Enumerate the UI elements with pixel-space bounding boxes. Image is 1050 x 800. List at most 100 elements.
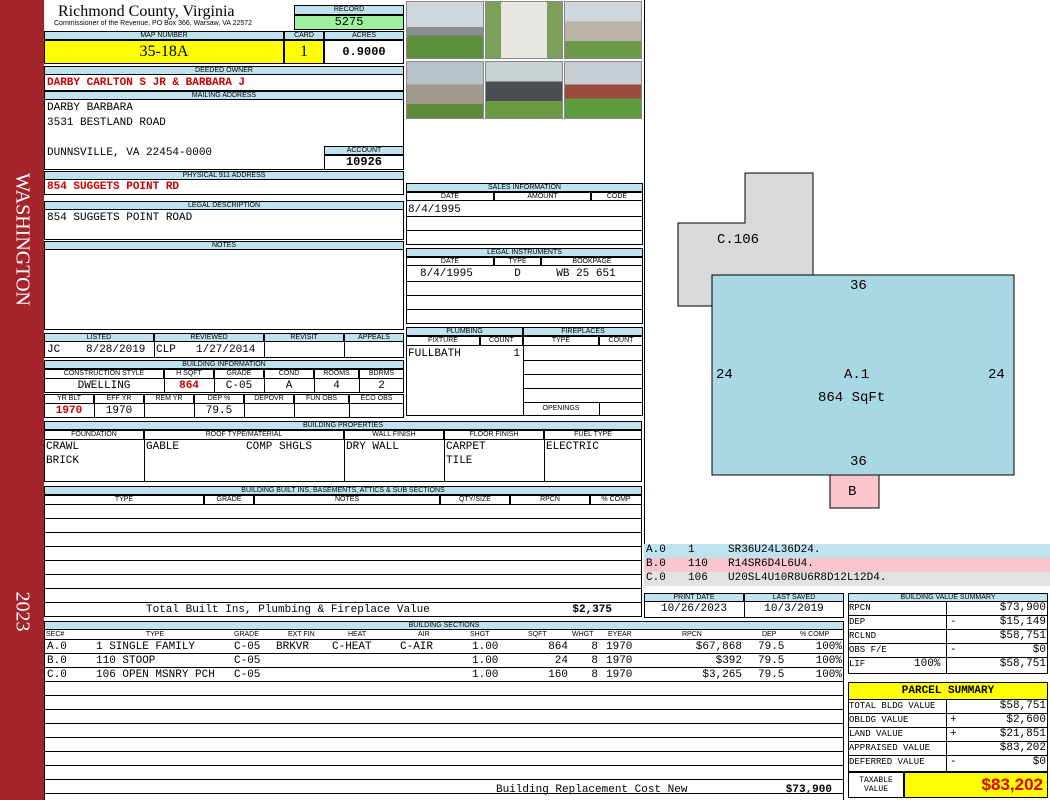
acres-value: 0.9000: [324, 40, 404, 64]
builtins-total: $2,375: [572, 604, 612, 616]
commissioner-address: Commissioner of the Revenue, PO Box 366,…: [54, 20, 253, 27]
owner-name: DARBY CARLTON S JR & BARBARA J: [47, 77, 246, 89]
roof-material: COMP SHGLS: [246, 441, 313, 453]
reviewed-date: 1/27/2014: [196, 344, 256, 356]
map-number: 35-18A: [44, 40, 284, 64]
sketch-dim-left: 24: [716, 367, 733, 383]
sketch-code-row: A.0 1 SR36U24L36D24.: [644, 544, 1050, 558]
rooms-value: 4: [333, 380, 340, 392]
foundation-1: CRAWL: [46, 441, 80, 453]
last-saved-header: LAST SAVED: [744, 593, 844, 602]
bvs-row: LIF 100% $58,751: [849, 658, 1046, 670]
sketch-b-label: B: [848, 484, 857, 500]
mailing-header: MAILING ADDRESS: [44, 91, 404, 100]
last-saved-date: 10/3/2019: [764, 603, 824, 615]
bvs-row: OBS F/E - $0: [848, 644, 1048, 658]
sketch-codes: A.0 1 SR36U24L36D24. B.0 110 R14SR6D4L6U…: [644, 544, 1050, 588]
acres-header: ACRES: [324, 31, 404, 40]
eff-year: 1970: [105, 405, 133, 417]
floor-finish-1: CARPET: [446, 441, 486, 453]
foundation-2: BRICK: [46, 455, 80, 467]
sketch-a-area: 864 SqFt: [818, 390, 886, 406]
sketch-dim-right: 24: [988, 367, 1005, 383]
reviewed-header: REVIEWED: [154, 333, 264, 342]
parcel-row: LAND VALUE + $21,851: [848, 728, 1048, 742]
wall-finish: DRY WALL: [346, 441, 399, 453]
card-number: 1: [284, 40, 324, 64]
inst-type: D: [514, 268, 521, 280]
record-header: RECORD: [294, 5, 404, 15]
plumbing-header: PLUMBING: [406, 327, 523, 336]
sidebar: WASHINGTON 2023: [0, 0, 44, 800]
bvs-row: RPCN $73,900: [848, 602, 1048, 616]
bvs-row: RCLND $58,751: [848, 630, 1048, 644]
mail-line2: 3531 BESTLAND ROAD: [47, 117, 166, 129]
property-photo-4[interactable]: [406, 61, 484, 119]
bvs-header: BUILDING VALUE SUMMARY: [848, 593, 1048, 602]
legal-header: LEGAL DESCRIPTION: [44, 201, 404, 210]
county-title: Richmond County, Virginia: [58, 3, 235, 20]
appeals-header: APPEALS: [344, 333, 404, 342]
notes-area: [44, 250, 404, 330]
account-header: ACCOUNT: [324, 146, 404, 155]
phys-address: 854 SUGGETS POINT RD: [47, 181, 180, 193]
card-header: CARD: [284, 31, 324, 40]
sketch-a-label: A.1: [844, 367, 870, 383]
print-date-header: PRINT DATE: [644, 593, 744, 602]
inst-date: 8/4/1995: [420, 268, 473, 280]
phys-header: PHYSICAL 911 ADDRESS: [44, 171, 404, 180]
year-built: 1970: [55, 405, 83, 417]
parcel-row: DEFERRED VALUE - $0: [849, 756, 1046, 768]
plumbing-count: 1: [513, 348, 520, 360]
dep-percent: 79.5: [205, 405, 233, 417]
sales-header: SALES INFORMATION: [406, 183, 643, 192]
building-sketch: [677, 172, 1015, 509]
year-label: 2023: [11, 591, 34, 632]
sketch-dim-bottom: 36: [850, 454, 867, 470]
property-photo-6[interactable]: [564, 61, 642, 119]
mail-line1: DARBY BARBARA: [47, 102, 133, 114]
parcel-row: OBLDG VALUE + $2,600: [848, 714, 1048, 728]
roof-type: GABLE: [146, 441, 180, 453]
property-photo-1[interactable]: [406, 1, 484, 59]
cond-value: A: [285, 380, 293, 392]
sketch-code-row: B.0 110 R14SR6D4L6U4.: [644, 558, 1050, 572]
listed-header: LISTED: [44, 333, 154, 342]
bdrms-value: 2: [378, 380, 385, 392]
record-value: 5275: [294, 15, 404, 30]
legal-inst-header: LEGAL INSTRUMENTS: [406, 248, 643, 257]
construction-style: DWELLING: [77, 380, 131, 392]
sections-header: BUILDING SECTIONS: [44, 621, 844, 630]
account-value: 10926: [324, 155, 404, 170]
inst-book: WB 25 651: [556, 268, 616, 280]
builtins-total-label: Total Built Ins, Plumbing & Fireplace Va…: [146, 604, 430, 616]
owner-header: DEEDED OWNER: [44, 66, 404, 75]
building-info-header: BUILDING INFORMATION: [44, 360, 404, 369]
district-label: WASHINGTON: [11, 173, 34, 306]
parcel-row: APPRAISED VALUE $83,202: [848, 742, 1048, 756]
print-date: 10/26/2023: [660, 603, 727, 615]
taxable-label: TAXABLE VALUE: [848, 772, 904, 798]
property-photo-5[interactable]: [485, 61, 563, 119]
mail-line3: DUNNSVILLE, VA 22454-0000: [47, 147, 213, 159]
sketch-code-row: C.0 106 U20SL4U10R8U6R8D12L12D4.: [644, 572, 1050, 586]
revisit-header: REVISIT: [264, 333, 344, 342]
fireplaces-header: FIREPLACES: [523, 327, 643, 336]
legal-description: 854 SUGGETS POINT ROAD: [47, 212, 193, 224]
properties-header: BUILDING PROPERTIES: [44, 421, 642, 430]
fuel-type: ELECTRIC: [546, 441, 599, 453]
sale-date: 8/4/1995: [408, 204, 461, 216]
sketch-dim-top: 36: [850, 278, 867, 294]
listed-by: JC: [47, 344, 61, 356]
plumbing-fixture: FULLBATH: [408, 348, 461, 360]
notes-header: NOTES: [44, 241, 404, 250]
property-photo-3[interactable]: [564, 1, 642, 59]
bvs-row: DEP - $15,149: [848, 616, 1048, 630]
taxable-value: $83,202: [904, 772, 1048, 798]
h-sqft: 864: [179, 380, 199, 392]
property-photo-2[interactable]: [485, 1, 563, 59]
replacement-cost-label: Building Replacement Cost New: [496, 784, 688, 796]
sketch-c-label: C.106: [717, 232, 760, 248]
reviewed-by: CLP: [156, 344, 176, 356]
builtins-header: BUILDING BUILT INS, BASEMENTS, ATTICS & …: [44, 486, 642, 495]
